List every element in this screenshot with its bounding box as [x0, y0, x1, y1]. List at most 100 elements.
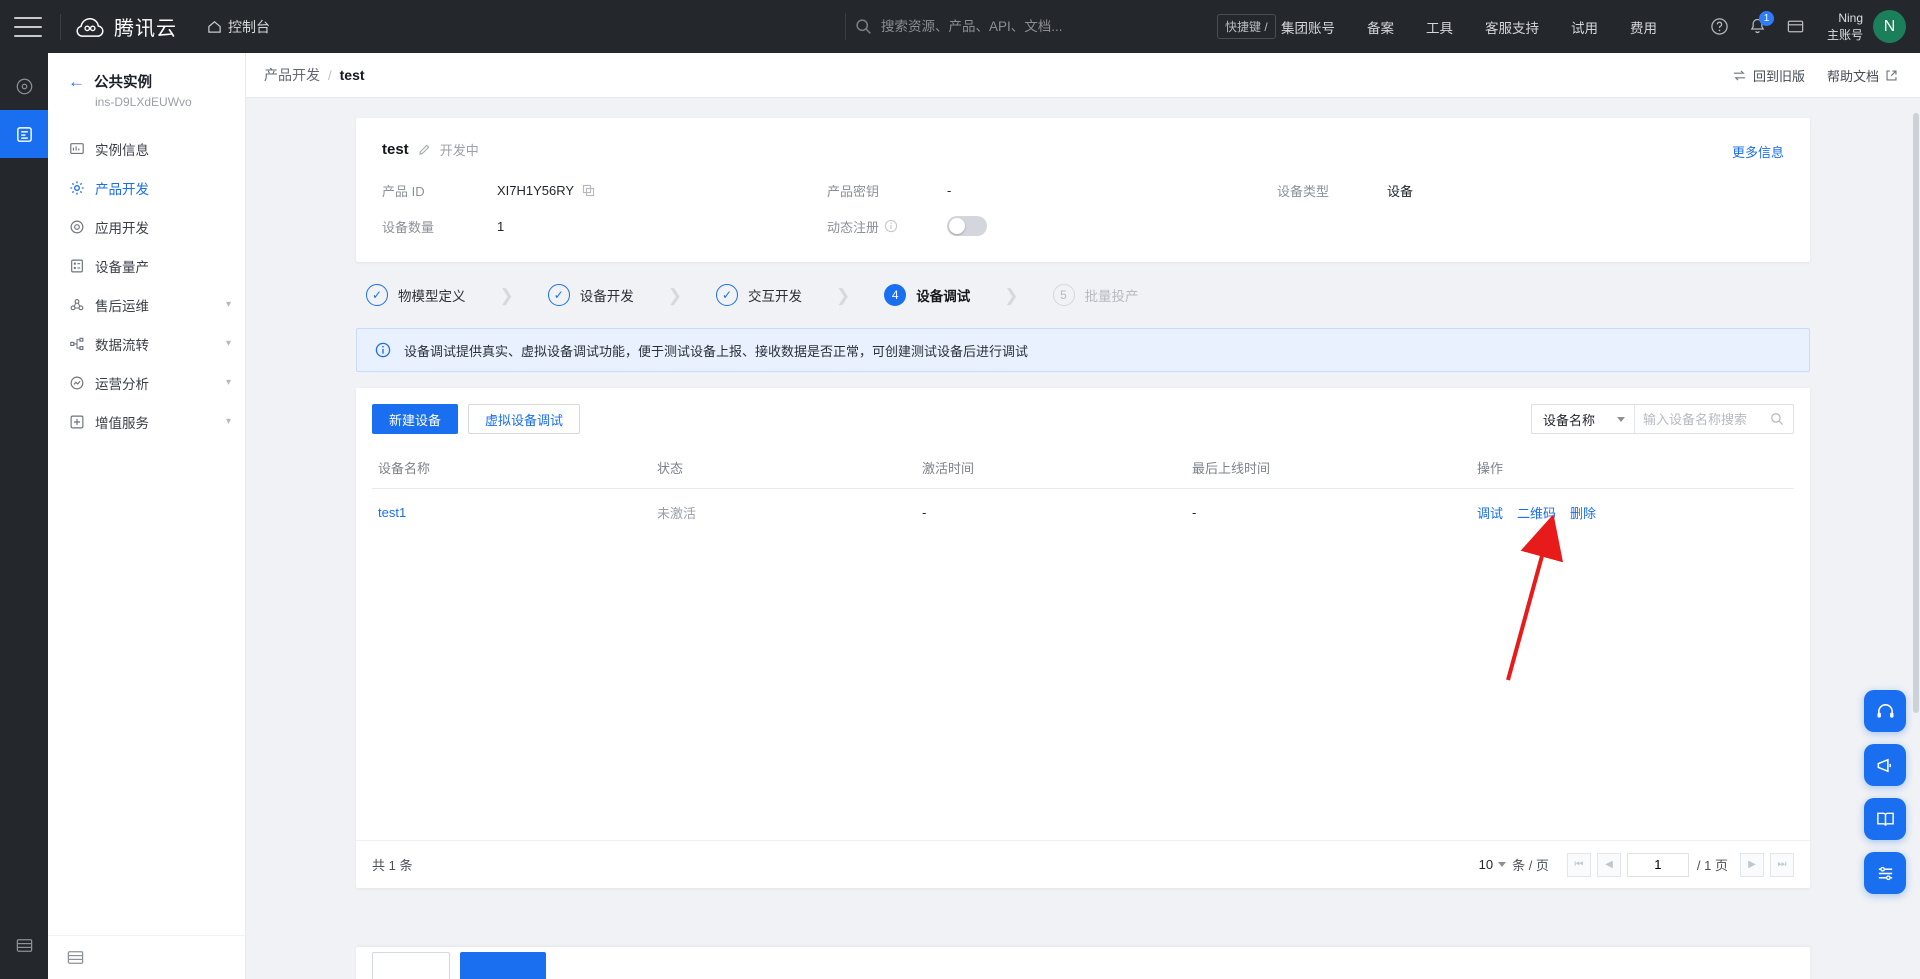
nav-link-tools[interactable]: 工具	[1410, 17, 1469, 37]
back-to-old-label: 回到旧版	[1752, 68, 1805, 84]
sidebar-item-data-flow[interactable]: 数据流转 ▾	[48, 324, 245, 363]
global-search[interactable]: 快捷键 /	[855, 0, 1276, 53]
help-doc-button[interactable]: 帮助文档	[1827, 66, 1898, 85]
step-1[interactable]: ✓ 物模型定义	[366, 284, 466, 306]
pagination: 共 1 条 10 条 / 页 ⏮ ◀ 1 / 1 页 ▶ ⏭	[356, 840, 1810, 888]
sidebar-item-product-dev[interactable]: 产品开发	[48, 168, 245, 207]
action-qrcode[interactable]: 二维码	[1517, 503, 1556, 522]
sidebar-item-label: 实例信息	[95, 142, 149, 158]
feedback-fab[interactable]	[1864, 744, 1906, 786]
step-1-label: 物模型定义	[398, 289, 466, 304]
toggle-knob	[949, 218, 965, 234]
table-header-row: 设备名称 状态 激活时间 最后上线时间 操作	[372, 448, 1794, 489]
cloud-ops-icon	[68, 296, 85, 313]
chevron-down-icon[interactable]: ▾	[226, 299, 231, 310]
sidebar-item-app-dev[interactable]: 应用开发	[48, 207, 245, 246]
top-header-bar: 腾讯云 控制台 快捷键 / 集团账号 备案 工具 客服支持 试用 费用	[0, 0, 1920, 53]
device-list-panel: 新建设备 虚拟设备调试 设备名称 设备名称	[356, 388, 1810, 888]
bottom-secondary-button[interactable]	[372, 952, 450, 979]
field-value-dynamic-register	[947, 216, 1277, 236]
sidebar-item-operation-analysis[interactable]: 运营分析 ▾	[48, 363, 245, 402]
search-icon[interactable]	[1770, 412, 1784, 426]
compass-icon	[16, 78, 32, 94]
dynamic-register-label: 动态注册	[827, 219, 880, 235]
breadcrumb-parent[interactable]: 产品开发	[264, 65, 320, 85]
sidebar-collapse-button[interactable]	[48, 935, 246, 979]
nav-link-trial[interactable]: 试用	[1555, 17, 1614, 37]
page-size-value: 10	[1478, 857, 1494, 872]
customer-service-fab[interactable]	[1864, 690, 1906, 732]
new-device-button[interactable]: 新建设备	[372, 404, 459, 434]
sidebar-back-link[interactable]: ← 公共实例	[68, 71, 245, 92]
breadcrumb-actions: 回到旧版 帮助文档	[1732, 66, 1898, 85]
more-info-link[interactable]: 更多信息	[1732, 142, 1784, 161]
info-circle-icon[interactable]	[884, 219, 898, 233]
settings-list-fab[interactable]	[1864, 852, 1906, 894]
step-3[interactable]: ✓ 交互开发	[716, 284, 802, 306]
row-actions: 调试 二维码 删除	[1477, 503, 1794, 522]
first-page-button[interactable]: ⏮	[1566, 852, 1591, 877]
help-circle-icon[interactable]	[1701, 8, 1739, 46]
docs-fab[interactable]	[1864, 798, 1906, 840]
step-2[interactable]: ✓ 设备开发	[547, 284, 634, 306]
rail-item-iot-active[interactable]	[0, 110, 48, 158]
search-input[interactable]	[881, 19, 1211, 34]
action-debug[interactable]: 调试	[1477, 503, 1503, 522]
action-delete[interactable]: 删除	[1570, 503, 1596, 522]
device-search-input[interactable]	[1635, 411, 1770, 427]
console-link[interactable]: 控制台	[207, 17, 270, 37]
notifications-bell-icon[interactable]: 1	[1739, 8, 1777, 46]
nav-link-billing[interactable]: 费用	[1614, 17, 1673, 37]
back-to-old-version-button[interactable]: 回到旧版	[1732, 66, 1805, 85]
current-page-input[interactable]: 1	[1626, 852, 1689, 877]
next-page-button[interactable]: ▶	[1740, 852, 1764, 877]
nav-link-support[interactable]: 客服支持	[1469, 17, 1555, 37]
cart-icon[interactable]	[1777, 8, 1815, 46]
rail-item-collapse[interactable]	[0, 921, 48, 969]
bottom-primary-button[interactable]	[460, 952, 546, 979]
copy-icon[interactable]	[582, 184, 595, 197]
gear-icon	[68, 179, 85, 196]
step-arrow-icon: ❯	[1004, 285, 1019, 305]
virtual-device-debug-button[interactable]: 虚拟设备调试	[468, 404, 581, 434]
external-link-icon	[1886, 69, 1897, 81]
sidebar-item-after-sales-ops[interactable]: 售后运维 ▾	[48, 285, 245, 324]
chevron-down-icon[interactable]: ▾	[226, 377, 231, 388]
field-key-dynamic-register: 动态注册	[827, 217, 947, 236]
hamburger-icon[interactable]	[14, 16, 42, 37]
analytics-icon	[68, 374, 85, 391]
total-count: 共 1 条	[372, 858, 413, 873]
page-scrollbar[interactable]	[1913, 113, 1919, 883]
edit-pencil-icon[interactable]	[418, 143, 431, 156]
chevron-down-icon[interactable]: ▾	[226, 416, 231, 427]
user-account-menu[interactable]: Ning 主账号 N	[1827, 10, 1906, 43]
scrollbar-thumb[interactable]	[1913, 113, 1919, 713]
sidebar-item-value-added-service[interactable]: 增值服务 ▾	[48, 402, 245, 441]
sidebar-item-instance-info[interactable]: 实例信息	[48, 129, 245, 168]
step-arrow-icon: ❯	[499, 285, 514, 305]
header-nav: 集团账号 备案 工具 客服支持 试用 费用	[1265, 0, 1673, 53]
help-doc-label: 帮助文档	[1826, 68, 1879, 84]
col-last-online: 最后上线时间	[1192, 448, 1477, 489]
page-size-select[interactable]: 10	[1478, 857, 1507, 872]
search-divider	[845, 13, 846, 40]
col-activated-at: 激活时间	[922, 448, 1192, 489]
prev-page-button[interactable]: ◀	[1596, 852, 1621, 877]
rail-item-compass[interactable]	[0, 62, 48, 110]
tencent-cloud-logo[interactable]: 腾讯云	[75, 12, 177, 41]
avatar[interactable]: N	[1873, 10, 1906, 43]
nav-link-beian[interactable]: 备案	[1351, 17, 1410, 37]
search-field-select[interactable]: 设备名称	[1532, 405, 1635, 433]
step-4[interactable]: 4 设备调试	[884, 284, 970, 306]
col-actions: 操作	[1477, 448, 1794, 489]
nav-link-group-account[interactable]: 集团账号	[1265, 17, 1351, 37]
last-page-button[interactable]: ⏭	[1770, 852, 1794, 877]
dynamic-register-toggle[interactable]	[947, 216, 987, 236]
chevron-down-icon[interactable]: ▾	[226, 338, 231, 349]
step-2-label: 设备开发	[579, 289, 634, 304]
sliders-icon	[1878, 866, 1892, 880]
page-title: test	[339, 67, 365, 83]
device-name-link[interactable]: test1	[378, 505, 406, 520]
progress-steps: ✓ 物模型定义 ❯ ✓ 设备开发 ❯ ✓ 交互开发 ❯ 4 设备调试 ❯ 5 批…	[356, 284, 1810, 306]
sidebar-item-mass-production[interactable]: 设备量产	[48, 246, 245, 285]
